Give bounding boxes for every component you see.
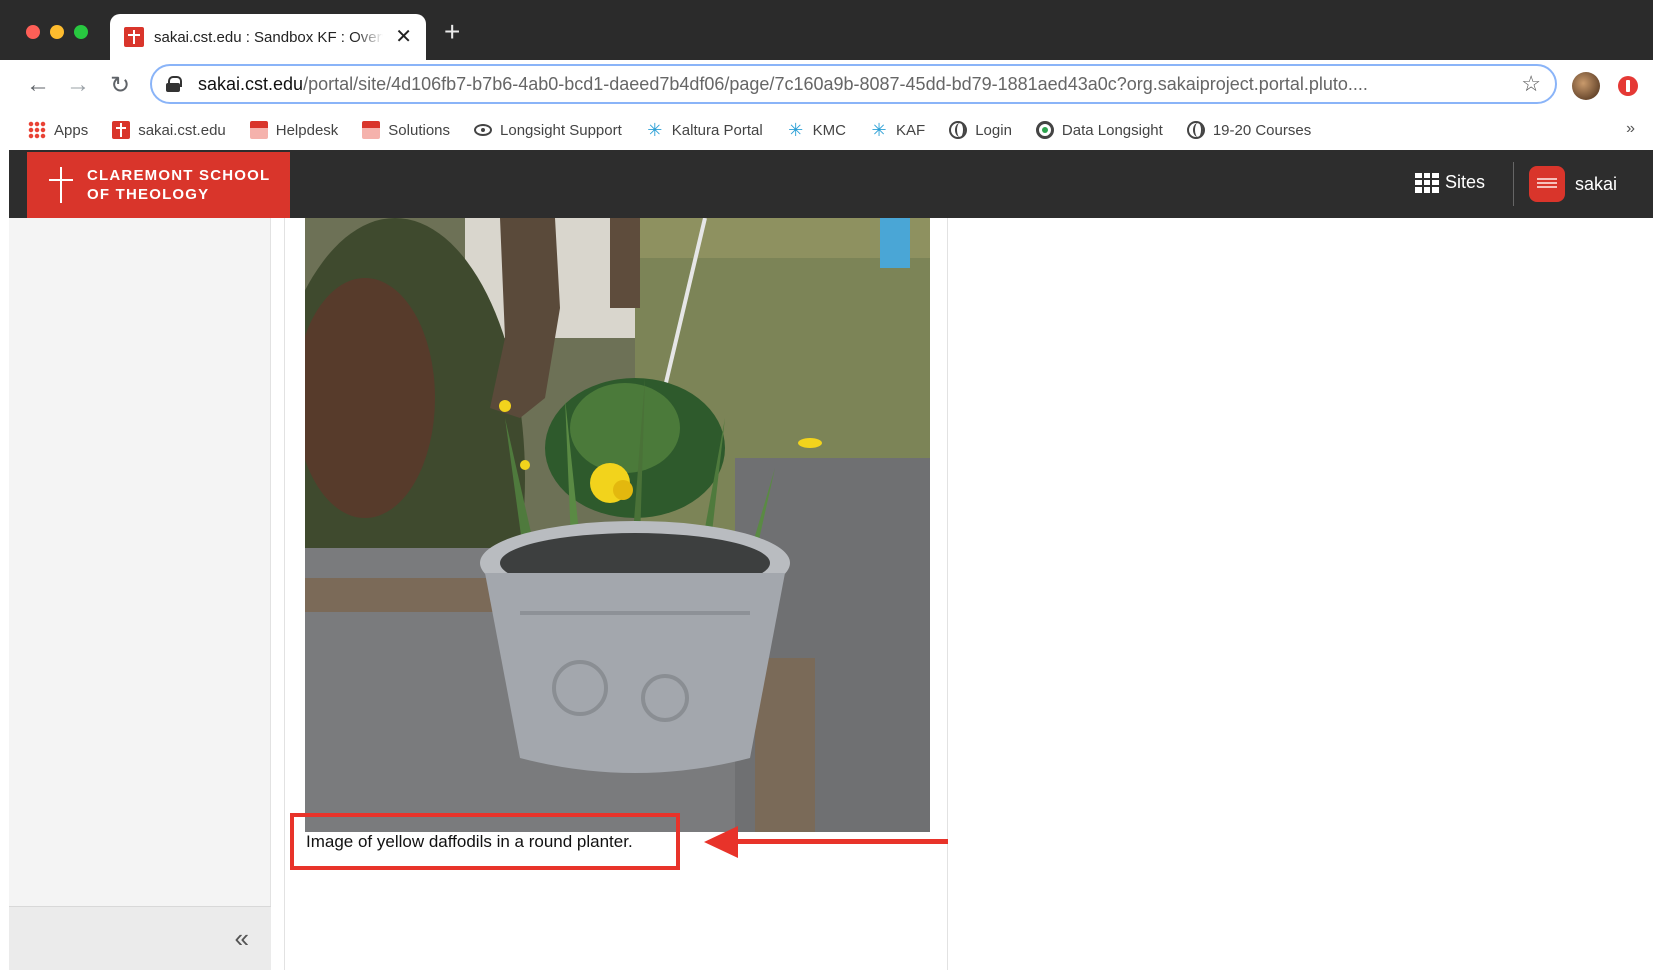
user-label: sakai — [1575, 173, 1618, 194]
collapse-menu-button[interactable]: « — [235, 925, 249, 951]
bookmark-label: Solutions — [388, 121, 451, 139]
school-name-line1: Claremont School — [87, 167, 271, 184]
bookmark-data-longsight[interactable]: Data Longsight — [1035, 121, 1163, 139]
reload-button[interactable]: ↻ — [106, 71, 134, 99]
bookmark-login[interactable]: Login — [949, 121, 1012, 139]
cross-icon — [49, 167, 73, 203]
sakai-favicon-icon — [124, 27, 144, 47]
tool-menu: « — [9, 218, 271, 970]
tab-title: sakai.cst.edu : Sandbox KF : Overview — [154, 28, 383, 46]
close-tab-icon[interactable]: ✕ — [395, 27, 412, 47]
bookmark-label: Login — [975, 121, 1012, 139]
annotation-arrow-icon — [704, 826, 738, 858]
school-name: Claremont School of Theology — [87, 166, 270, 204]
bookmark-kaf[interactable]: ✳ KAF — [870, 121, 925, 139]
image-caption: Image of yellow daffodils in a round pla… — [306, 831, 633, 851]
sites-button[interactable]: Sites — [1415, 172, 1485, 193]
bookmark-label: Longsight Support — [500, 121, 622, 139]
user-avatar — [1529, 166, 1565, 202]
url-path: /portal/site/4d106fb7-b7b6-4ab0-bcd1-dae… — [303, 73, 1368, 94]
profile-avatar[interactable] — [1572, 72, 1600, 100]
grid-icon — [1415, 172, 1439, 193]
close-window-button[interactable] — [26, 25, 40, 39]
globe-icon — [949, 121, 968, 139]
sakai-icon — [112, 121, 131, 139]
bookmarks-bar: Apps sakai.cst.edu Helpdesk Solutions Lo… — [0, 110, 1653, 150]
forward-button[interactable]: → — [64, 71, 92, 99]
bookmark-label: Apps — [54, 121, 89, 139]
back-button[interactable]: ← — [24, 71, 52, 99]
maximize-window-button[interactable] — [74, 25, 88, 39]
daffodil-photo — [305, 218, 930, 832]
kaltura-icon: ✳ — [647, 120, 663, 140]
bookmark-longsight-support[interactable]: Longsight Support — [474, 122, 622, 139]
browser-tab-active[interactable]: sakai.cst.edu : Sandbox KF : Overview ✕ — [110, 14, 426, 60]
bookmark-label: Data Longsight — [1061, 121, 1163, 139]
kaltura-icon: ✳ — [788, 120, 804, 140]
bookmark-19-20-courses[interactable]: 19-20 Courses — [1186, 121, 1312, 139]
collapse-bar: « — [9, 906, 271, 970]
bookmark-kmc[interactable]: ✳ KMC — [787, 121, 846, 139]
new-tab-button[interactable]: + — [444, 18, 460, 46]
bookmark-solutions[interactable]: Solutions — [362, 121, 450, 139]
bookmark-label: 19-20 Courses — [1212, 121, 1312, 139]
solutions-icon — [362, 121, 381, 139]
browser-toolbar: ← → ↻ sakai.cst.edu/portal/site/4d106fb7… — [0, 60, 1653, 110]
url-host: sakai.cst.edu — [198, 73, 304, 94]
helpdesk-icon — [249, 121, 268, 139]
apps-icon — [28, 121, 46, 139]
bookmark-sakai[interactable]: sakai.cst.edu — [112, 121, 226, 139]
bookmark-helpdesk[interactable]: Helpdesk — [249, 121, 339, 139]
annotation-arrow-line — [730, 839, 948, 844]
header-divider — [1513, 162, 1514, 206]
bookmark-label: sakai.cst.edu — [138, 121, 226, 139]
extension-icon[interactable] — [1618, 76, 1638, 96]
address-bar[interactable]: sakai.cst.edu/portal/site/4d106fb7-b7b6-… — [150, 64, 1557, 104]
caption-highlight-box: Image of yellow daffodils in a round pla… — [290, 813, 680, 870]
sites-label: Sites — [1445, 172, 1486, 192]
bookmark-kaltura-portal[interactable]: ✳ Kaltura Portal — [646, 120, 763, 140]
bookmark-label: Helpdesk — [275, 121, 339, 139]
kaltura-icon: ✳ — [871, 120, 887, 140]
minimize-window-button[interactable] — [50, 25, 64, 39]
site-header: Claremont School of Theology Sites sakai — [9, 150, 1653, 218]
browser-window: sakai.cst.edu : Sandbox KF : Overview ✕ … — [0, 0, 1653, 970]
user-menu-button[interactable]: sakai — [1529, 166, 1617, 202]
bookmarks-overflow-button[interactable]: » — [1626, 120, 1635, 138]
bookmark-star-icon[interactable]: ☆ — [1521, 71, 1541, 97]
bookmark-label: KMC — [812, 121, 847, 139]
lock-icon[interactable] — [166, 76, 182, 92]
school-name-line2: of Theology — [87, 186, 210, 203]
target-icon — [1035, 121, 1054, 139]
globe-icon — [1186, 121, 1205, 139]
bookmark-label: Kaltura Portal — [671, 121, 763, 139]
bookmark-apps[interactable]: Apps — [28, 121, 88, 139]
school-logo[interactable]: Claremont School of Theology — [27, 152, 290, 218]
photo-image — [305, 218, 930, 832]
eye-icon — [474, 124, 493, 136]
bookmark-label: KAF — [896, 121, 926, 139]
tab-strip: sakai.cst.edu : Sandbox KF : Overview ✕ … — [0, 0, 1653, 60]
url-text[interactable]: sakai.cst.edu/portal/site/4d106fb7-b7b6-… — [198, 74, 1513, 95]
